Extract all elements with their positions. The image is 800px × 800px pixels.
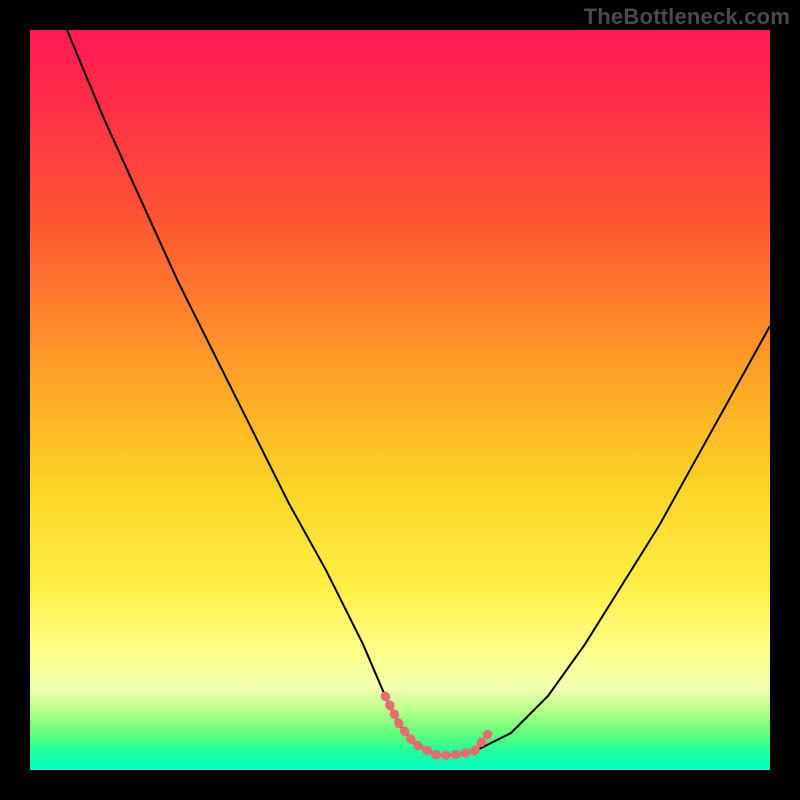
highlight-segment bbox=[385, 696, 489, 755]
curve-line bbox=[67, 30, 770, 755]
chart-svg bbox=[30, 30, 770, 770]
plot-area bbox=[30, 30, 770, 770]
chart-container: TheBottleneck.com bbox=[0, 0, 800, 800]
watermark-text: TheBottleneck.com bbox=[584, 4, 790, 30]
